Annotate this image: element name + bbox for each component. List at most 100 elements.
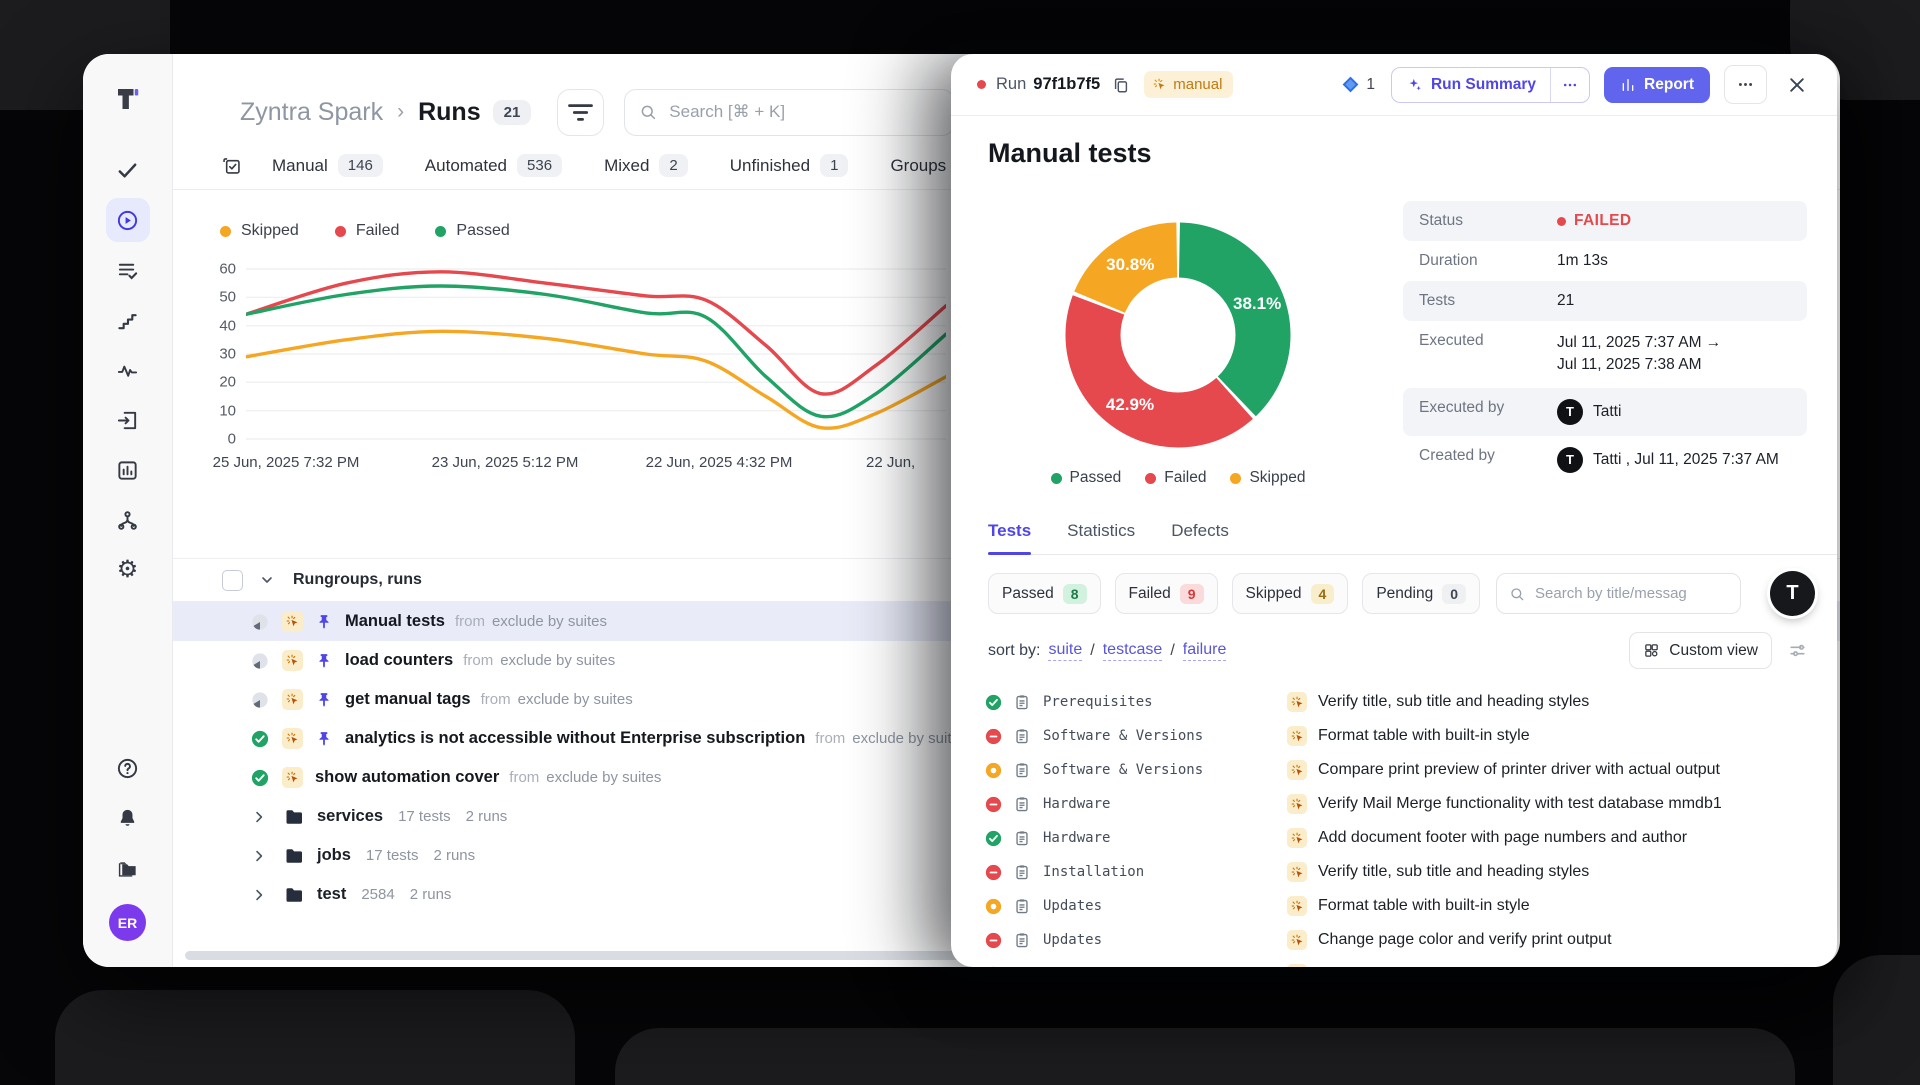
legend-item-passed[interactable]: Passed bbox=[435, 222, 509, 240]
y-tick-label: 40 bbox=[219, 317, 236, 334]
suite-name: Updates bbox=[1043, 932, 1102, 948]
tab-tests[interactable]: Tests bbox=[988, 521, 1031, 554]
test-row[interactable]: UpdatesChange page color and verify prin… bbox=[985, 923, 1837, 957]
sidebar-item-settings[interactable]: ⚙ bbox=[106, 548, 150, 592]
manual-cursor-icon bbox=[282, 767, 303, 788]
sidebar-item-test-plans[interactable] bbox=[106, 248, 150, 292]
grid-settings-icon bbox=[1643, 642, 1660, 659]
test-row[interactable]: Software & VersionsFormat table with bui… bbox=[985, 719, 1837, 753]
chevron-down-icon[interactable] bbox=[259, 572, 275, 588]
app-logo-icon[interactable] bbox=[113, 84, 143, 114]
run-label: Run bbox=[996, 75, 1026, 94]
test-row[interactable]: Software & VersionsCompare print preview… bbox=[985, 753, 1837, 787]
ellipsis-icon bbox=[1737, 76, 1754, 93]
legend-item-failed[interactable]: Failed bbox=[335, 222, 400, 240]
test-search-input[interactable] bbox=[1533, 584, 1728, 603]
panel-more-button[interactable] bbox=[1724, 65, 1767, 104]
credits-indicator[interactable]: 1 bbox=[1341, 75, 1375, 94]
chevron-right-icon[interactable] bbox=[251, 809, 267, 825]
legend-item-skipped[interactable]: Skipped bbox=[220, 222, 299, 240]
manual-cursor-icon bbox=[1287, 896, 1307, 916]
global-search-input[interactable] bbox=[667, 101, 939, 123]
test-row[interactable]: HardwareAdd document footer with page nu… bbox=[985, 821, 1837, 855]
test-title: Add document footer with page numbers an… bbox=[1318, 829, 1687, 847]
legend-dot-icon bbox=[1051, 473, 1062, 484]
y-tick-label: 60 bbox=[219, 261, 236, 278]
run-summary-more-button[interactable] bbox=[1550, 68, 1589, 102]
projects-folders-icon[interactable] bbox=[106, 846, 150, 890]
filter-failed-button[interactable]: Failed9 bbox=[1115, 573, 1218, 614]
y-tick-label: 0 bbox=[228, 431, 236, 448]
tab-manual[interactable]: Manual146 bbox=[272, 154, 383, 177]
sort-by-suite-link[interactable]: suite bbox=[1048, 640, 1082, 662]
donut-legend-item[interactable]: Passed bbox=[1051, 469, 1122, 487]
suite-name: Installation bbox=[1043, 864, 1144, 880]
sidebar-item-runs[interactable] bbox=[106, 198, 150, 242]
manual-cursor-icon bbox=[1287, 862, 1307, 882]
run-title: Manual tests bbox=[988, 138, 1837, 169]
help-icon[interactable] bbox=[106, 746, 150, 790]
run-detail-panel: Run 97f1b7f5 manual 1 Run Summary bbox=[951, 54, 1837, 967]
filter-lines-icon bbox=[564, 96, 597, 129]
donut-legend-item[interactable]: Skipped bbox=[1230, 469, 1305, 487]
sidebar-item-reports[interactable] bbox=[106, 448, 150, 492]
custom-view-button[interactable]: Custom view bbox=[1629, 632, 1772, 669]
select-all-checkbox[interactable] bbox=[222, 570, 243, 591]
run-summary-button[interactable]: Run Summary bbox=[1392, 68, 1550, 102]
sidebar-item-imports[interactable] bbox=[106, 398, 150, 442]
sidebar-item-milestones[interactable] bbox=[106, 298, 150, 342]
manual-cursor-icon bbox=[282, 611, 303, 632]
sidebar: ⚙ ER bbox=[83, 54, 173, 967]
sort-by-failure-link[interactable]: failure bbox=[1183, 640, 1227, 662]
chevron-right-icon[interactable] bbox=[251, 887, 267, 903]
test-row[interactable] bbox=[985, 957, 1837, 967]
run-info-table: Status FAILED Duration 1m 13s Tests 21 E… bbox=[1403, 201, 1807, 487]
tab-unfinished[interactable]: Unfinished1 bbox=[730, 154, 849, 177]
search-icon bbox=[639, 103, 657, 121]
tab-defects[interactable]: Defects bbox=[1171, 521, 1229, 554]
test-row[interactable]: PrerequisitesVerify title, sub title and… bbox=[985, 685, 1837, 719]
clipboard-icon bbox=[1013, 863, 1031, 881]
assistant-fab[interactable]: T bbox=[1770, 571, 1815, 616]
tab-statistics[interactable]: Statistics bbox=[1067, 521, 1135, 554]
donut-legend-item[interactable]: Failed bbox=[1145, 469, 1206, 487]
sidebar-item-analytics[interactable] bbox=[106, 348, 150, 392]
test-row[interactable]: UpdatesFormat table with built-in style bbox=[985, 889, 1837, 923]
sidebar-item-tests[interactable] bbox=[106, 148, 150, 192]
user-avatar[interactable]: ER bbox=[109, 904, 146, 941]
run-source: exclude by suites bbox=[492, 613, 607, 630]
run-row-title: show automation cover bbox=[315, 768, 499, 787]
suite-name: Software & Versions bbox=[1043, 762, 1203, 778]
close-panel-button[interactable] bbox=[1783, 71, 1811, 99]
filter-button[interactable] bbox=[557, 89, 604, 136]
info-row-status: Status FAILED bbox=[1403, 201, 1807, 241]
manual-type-badge: manual bbox=[1144, 71, 1233, 98]
notifications-bell-icon[interactable] bbox=[106, 796, 150, 840]
x-tick-label: 22 Jun, 2025 4:32 PM bbox=[646, 454, 793, 471]
filter-passed-button[interactable]: Passed8 bbox=[988, 573, 1101, 614]
copy-icon[interactable] bbox=[1112, 76, 1130, 94]
screen: ⚙ ER Zyntra Spark › Runs 21 bbox=[0, 0, 1920, 1085]
breadcrumb-project[interactable]: Zyntra Spark bbox=[240, 98, 383, 127]
in-progress-icon bbox=[251, 652, 269, 670]
sort-by-testcase-link[interactable]: testcase bbox=[1103, 640, 1163, 662]
test-row[interactable]: HardwareVerify Mail Merge functionality … bbox=[985, 787, 1837, 821]
status-badge: FAILED bbox=[1574, 212, 1632, 230]
clipboard-icon bbox=[1013, 727, 1031, 745]
folder-tests-count: 2584 bbox=[361, 886, 394, 903]
sidebar-item-branches[interactable] bbox=[106, 498, 150, 542]
failed-dot-icon bbox=[335, 226, 346, 237]
suite-name: Updates bbox=[1043, 898, 1102, 914]
filter-pending-button[interactable]: Pending0 bbox=[1362, 573, 1480, 614]
view-settings-sliders-icon[interactable] bbox=[1788, 641, 1807, 660]
filter-skipped-button[interactable]: Skipped4 bbox=[1232, 573, 1349, 614]
chevron-right-icon[interactable] bbox=[251, 848, 267, 864]
folder-tests-count: 17 tests bbox=[366, 847, 419, 864]
tab-automated[interactable]: Automated536 bbox=[425, 154, 562, 177]
select-all-icon[interactable] bbox=[221, 155, 242, 176]
passed-dot-icon bbox=[435, 226, 446, 237]
test-row[interactable]: InstallationVerify title, sub title and … bbox=[985, 855, 1837, 889]
tab-mixed[interactable]: Mixed2 bbox=[604, 154, 688, 177]
minus-circle-icon bbox=[985, 932, 1002, 949]
report-button[interactable]: Report bbox=[1604, 67, 1710, 103]
